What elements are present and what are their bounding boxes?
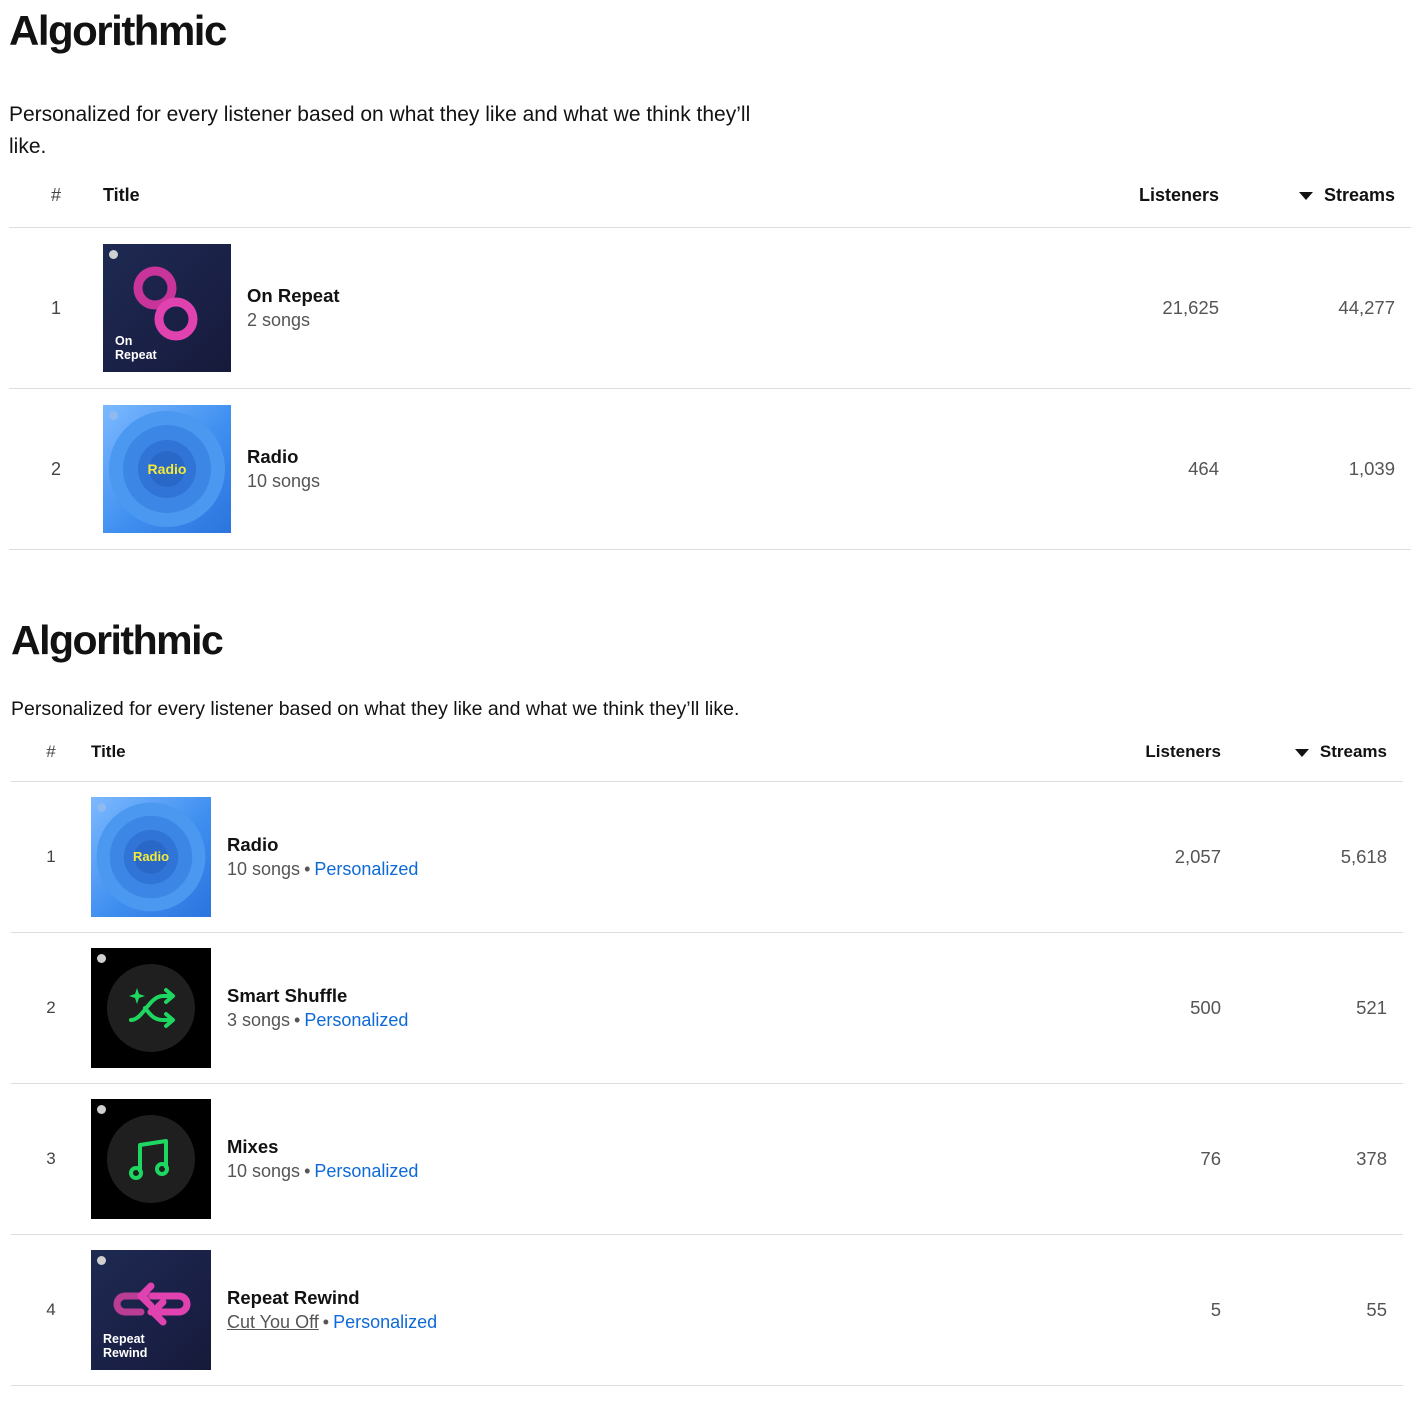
playlist-name[interactable]: Smart Shuffle — [227, 984, 408, 1008]
row-streams: 55 — [1237, 1234, 1403, 1386]
row-rank: 1 — [11, 781, 91, 933]
playlist-song-count: 10 songs — [227, 859, 301, 879]
playlist-cover-radio[interactable]: Radio — [103, 405, 231, 533]
row-streams: 5,618 — [1237, 781, 1403, 933]
row-title-cell: Radio Radio 10 songs — [103, 388, 1039, 550]
row-streams: 44,277 — [1235, 227, 1411, 389]
personalized-link[interactable]: Personalized — [314, 859, 418, 879]
playlist-name[interactable]: On Repeat — [247, 284, 340, 308]
playlist-name[interactable]: Repeat Rewind — [227, 1286, 437, 1310]
personalized-link[interactable]: Personalized — [333, 1312, 437, 1332]
spotify-logo-icon — [97, 1105, 106, 1114]
spotify-logo-icon — [97, 1256, 106, 1265]
separator-dot: • — [322, 1312, 330, 1332]
sort-desc-arrow-icon — [1294, 748, 1309, 757]
row-listeners: 500 — [1041, 932, 1237, 1084]
shuffle-sparkle-icon — [107, 964, 195, 1052]
playlist-subtitle: Cut You Off • Personalized — [227, 1310, 437, 1334]
row-title-cell: Mixes 10 songs • Personalized — [91, 1083, 1041, 1235]
playlist-name[interactable]: Radio — [227, 833, 418, 857]
playlist-cover-radio[interactable]: Radio — [91, 797, 211, 917]
row-streams: 521 — [1237, 932, 1403, 1084]
row-listeners: 464 — [1039, 388, 1235, 550]
column-header-rank: # — [11, 723, 91, 782]
playlist-cover-repeat-rewind[interactable]: Repeat Rewind — [91, 1250, 211, 1370]
cover-label: Radio — [147, 461, 187, 477]
separator-dot: • — [304, 1161, 311, 1181]
column-header-listeners[interactable]: Listeners — [1041, 723, 1237, 782]
row-title-cell: Smart Shuffle 3 songs • Personalized — [91, 932, 1041, 1084]
column-header-title: Title — [91, 723, 1041, 782]
playlist-song-count: 10 songs — [227, 1161, 301, 1181]
column-header-title: Title — [103, 163, 1039, 228]
row-streams: 1,039 — [1235, 388, 1411, 550]
separator-dot: • — [304, 859, 311, 879]
row-listeners: 21,625 — [1039, 227, 1235, 389]
playlist-song-count: 3 songs — [227, 1010, 291, 1030]
row-streams: 378 — [1237, 1083, 1403, 1235]
playlist-song-count: 2 songs — [247, 310, 311, 330]
row-rank: 2 — [11, 932, 91, 1084]
row-rank: 4 — [11, 1234, 91, 1386]
row-rank: 1 — [9, 227, 103, 389]
song-link[interactable]: Cut You Off — [227, 1312, 319, 1332]
algorithmic-section-1: Algorithmic Personalized for every liste… — [9, 0, 1411, 550]
playlist-subtitle: 10 songs • Personalized — [227, 1159, 418, 1183]
section-description: Personalized for every listener based on… — [9, 103, 751, 158]
column-header-streams[interactable]: Streams — [1237, 723, 1403, 782]
separator-dot: • — [294, 1010, 301, 1030]
playlist-name[interactable]: Mixes — [227, 1135, 418, 1159]
table-row[interactable]: 3 Mixes 10 songs • Personalized 76 378 — [11, 1083, 1403, 1235]
playlist-cover-on-repeat[interactable]: On Repeat — [103, 244, 231, 372]
music-note-icon — [107, 1115, 195, 1203]
sort-desc-arrow-icon — [1298, 191, 1313, 200]
row-listeners: 2,057 — [1041, 781, 1237, 933]
playlist-table: # Title Listeners Streams 1 — [11, 723, 1403, 1386]
table-row[interactable]: 4 Repeat Rewind Repeat Rewind Cut You Of… — [11, 1234, 1403, 1386]
spotify-logo-icon — [109, 250, 118, 259]
table-header-row: # Title Listeners Streams — [11, 723, 1403, 782]
personalized-link[interactable]: Personalized — [304, 1010, 408, 1030]
section-description: Personalized for every listener based on… — [11, 698, 740, 720]
row-title-cell: Repeat Rewind Repeat Rewind Cut You Off • P… — [91, 1234, 1041, 1386]
table-row[interactable]: 1 Radio Radio 10 songs • Personalized 2,… — [11, 781, 1403, 933]
algorithmic-section-2: Algorithmic Personalized for every liste… — [11, 610, 1403, 1386]
playlist-subtitle: 3 songs • Personalized — [227, 1008, 408, 1032]
section-heading: Algorithmic — [9, 7, 227, 54]
table-row[interactable]: 2 Smart Shuffle 3 songs • Personalized 5… — [11, 932, 1403, 1084]
table-row[interactable]: 1 On Repeat On Repeat 2 songs 21,625 44,… — [9, 227, 1411, 389]
row-listeners: 76 — [1041, 1083, 1237, 1235]
playlist-subtitle: 10 songs • Personalized — [227, 857, 418, 881]
playlist-song-count: 10 songs — [247, 471, 321, 491]
column-header-streams-label: Streams — [1319, 742, 1387, 761]
table-header-row: # Title Listeners Streams — [9, 163, 1411, 228]
spotify-logo-icon — [97, 954, 106, 963]
row-rank: 3 — [11, 1083, 91, 1235]
column-header-listeners[interactable]: Listeners — [1039, 163, 1235, 228]
column-header-rank: # — [9, 163, 103, 228]
row-title-cell: Radio Radio 10 songs • Personalized — [91, 781, 1041, 933]
cover-label: Radio — [132, 849, 170, 864]
row-listeners: 5 — [1041, 1234, 1237, 1386]
cover-label: Repeat Rewind — [103, 1332, 148, 1360]
personalized-link[interactable]: Personalized — [314, 1161, 418, 1181]
playlist-cover-mixes[interactable] — [91, 1099, 211, 1219]
playlist-table: # Title Listeners Streams 1 — [9, 163, 1411, 550]
row-title-cell: On Repeat On Repeat 2 songs — [103, 227, 1039, 389]
playlist-name[interactable]: Radio — [247, 445, 320, 469]
cover-label: On Repeat — [115, 334, 157, 362]
section-heading: Algorithmic — [11, 617, 224, 663]
row-rank: 2 — [9, 388, 103, 550]
column-header-streams-label: Streams — [1323, 184, 1395, 205]
table-row[interactable]: 2 Radio Radio 10 songs 464 1,039 — [9, 388, 1411, 550]
playlist-cover-smart-shuffle[interactable] — [91, 948, 211, 1068]
column-header-streams[interactable]: Streams — [1235, 163, 1411, 228]
